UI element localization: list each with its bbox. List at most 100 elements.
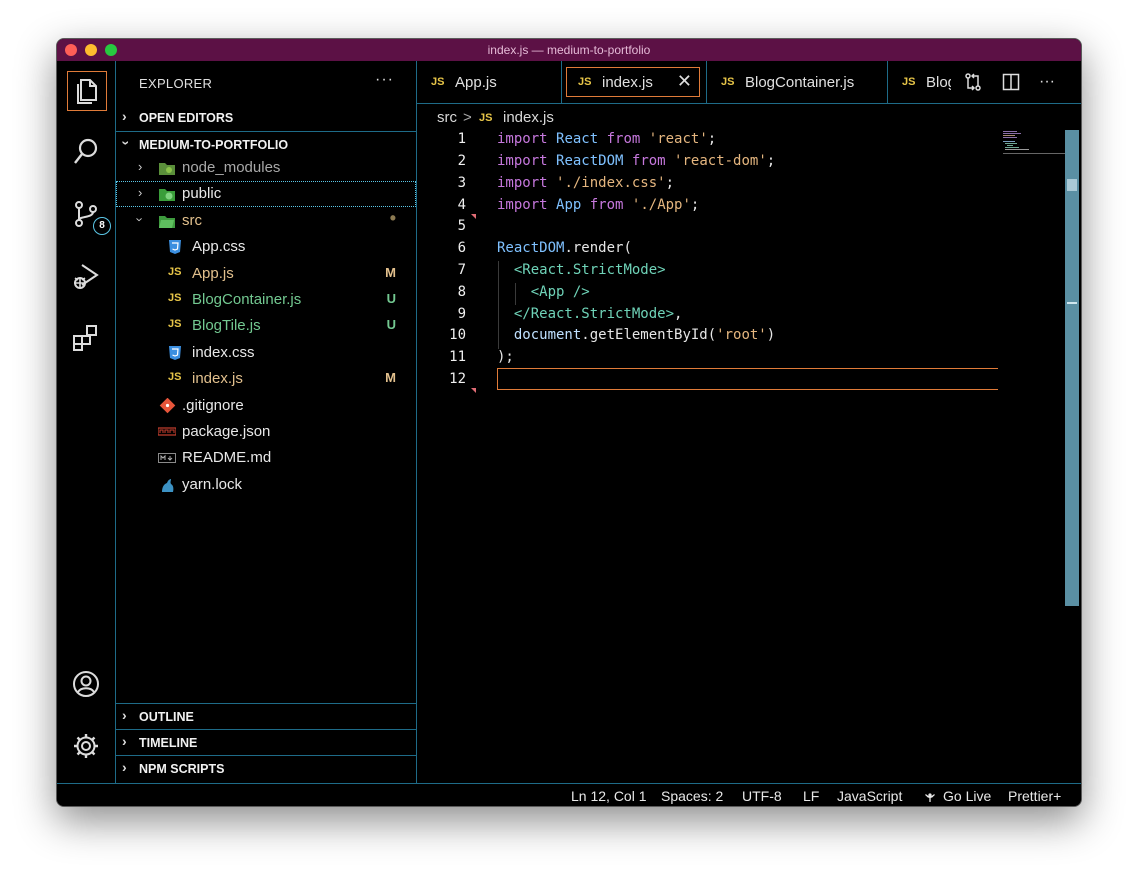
project-label: MEDIUM-TO-PORTFOLIO: [139, 138, 289, 152]
git-file-icon: [159, 398, 176, 414]
scroll-cursor-marker: [1067, 302, 1077, 304]
tree-item-app-css[interactable]: App.css: [116, 234, 416, 260]
settings-activity[interactable]: [67, 727, 105, 765]
code-line: 10 document.getElementById('root'): [417, 327, 1057, 349]
code-text: document.getElementById('root'): [513, 327, 776, 343]
status-go-live[interactable]: Go Live: [943, 788, 991, 804]
vscode-window: index.js — medium-to-portfolio 8 EXPLORE…: [56, 38, 1082, 807]
breadcrumb-folder[interactable]: src: [437, 109, 457, 126]
line-number: 3: [457, 175, 466, 191]
tree-item-gitignore[interactable]: .gitignore: [116, 393, 416, 419]
tree-item-label: index.js: [192, 370, 243, 387]
js-file-icon: JS: [479, 112, 493, 124]
tree-item-index-js[interactable]: JS index.js M: [116, 366, 416, 392]
chevron-right-icon: ›: [122, 733, 127, 749]
js-file-icon: JS: [168, 318, 182, 330]
tree-item-blogtile-js[interactable]: JS BlogTile.js U: [116, 313, 416, 339]
more-actions-icon[interactable]: ···: [375, 71, 394, 89]
tree-item-package-json[interactable]: package.json: [116, 419, 416, 445]
code-line: 5: [417, 218, 1057, 240]
code-line: 6 ReactDOM.render(: [417, 240, 1057, 262]
tree-item-readme-md[interactable]: README.md: [116, 445, 416, 471]
scm-count-badge: 8: [93, 217, 111, 235]
npm-scripts-section[interactable]: › NPM SCRIPTS: [116, 755, 416, 782]
chevron-down-icon: ›: [118, 140, 135, 146]
timeline-label: TIMELINE: [139, 736, 198, 750]
tab-label: Blog: [926, 74, 952, 91]
compare-changes-icon: [965, 73, 981, 91]
chevron-right-icon: ›: [122, 759, 127, 775]
code-text: <App />: [530, 284, 590, 300]
code-editor[interactable]: 1 import React from 'react'; 2 import Re…: [417, 130, 1081, 783]
chevron-right-icon: ›: [138, 159, 143, 174]
tree-item-index-css[interactable]: index.css: [116, 340, 416, 366]
tree-item-yarn-lock[interactable]: yarn.lock: [116, 472, 416, 498]
code-line: 2 import ReactDOM from 'react-dom';: [417, 153, 1057, 175]
js-file-icon: JS: [168, 266, 182, 278]
tab-label: App.js: [455, 74, 497, 91]
js-file-icon: JS: [431, 76, 445, 88]
code-text: );: [497, 349, 514, 365]
code-line: 3 import './index.css';: [417, 175, 1057, 197]
tree-item-public[interactable]: › public: [116, 181, 416, 207]
code-line: 9 </React.StrictMode>,: [417, 306, 1057, 328]
outline-label: OUTLINE: [139, 710, 194, 724]
line-number: 4: [457, 197, 466, 213]
chevron-right-icon: ›: [138, 185, 143, 200]
run-debug-icon: [74, 264, 99, 289]
code-text: import React from 'react';: [497, 131, 717, 147]
tree-item-label: node_modules: [182, 159, 281, 176]
split-editor-button[interactable]: [999, 71, 1023, 93]
line-number: 8: [457, 284, 466, 300]
open-editors-label: OPEN EDITORS: [139, 111, 234, 125]
timeline-section[interactable]: › TIMELINE: [116, 729, 416, 756]
line-number: 6: [457, 240, 466, 256]
accounts-activity[interactable]: [67, 665, 105, 703]
source-control-activity[interactable]: 8: [67, 195, 111, 235]
explorer-activity[interactable]: [67, 71, 107, 111]
status-language[interactable]: JavaScript: [837, 788, 902, 804]
tree-item-label: yarn.lock: [182, 476, 243, 493]
git-deletion-marker: [471, 388, 476, 393]
tab-app-js[interactable]: JS App.js: [417, 61, 561, 103]
outline-section[interactable]: › OUTLINE: [116, 703, 416, 730]
git-status-modified: M: [385, 265, 396, 280]
code-text: </React.StrictMode>,: [513, 306, 683, 322]
breadcrumb-file[interactable]: index.js: [503, 109, 554, 126]
chevron-down-icon: ›: [132, 217, 148, 222]
css-file-icon: [169, 346, 181, 360]
vertical-scrollbar[interactable]: [1065, 130, 1079, 606]
tree-item-label: package.json: [182, 423, 271, 440]
tab-blogtile-js[interactable]: JS Blog: [888, 61, 952, 103]
tree-item-src[interactable]: › src •: [116, 208, 416, 234]
files-icon: [77, 79, 97, 104]
tab-index-js[interactable]: JS index.js ✕: [562, 61, 706, 103]
minimap[interactable]: [1001, 130, 1065, 154]
status-prettier[interactable]: Prettier+: [1008, 788, 1061, 804]
more-actions-icon[interactable]: ···: [1035, 71, 1059, 93]
extensions-activity[interactable]: [67, 319, 105, 357]
tree-item-blogcontainer-js[interactable]: JS BlogContainer.js U: [116, 287, 416, 313]
title-bar: index.js — medium-to-portfolio: [57, 39, 1081, 62]
open-editors-section[interactable]: › OPEN EDITORS: [116, 105, 416, 131]
project-section[interactable]: › MEDIUM-TO-PORTFOLIO: [116, 131, 416, 158]
status-eol[interactable]: LF: [803, 788, 819, 804]
close-tab-icon[interactable]: ✕: [677, 71, 692, 92]
tree-item-node-modules[interactable]: › node_modules: [116, 155, 416, 181]
chevron-right-icon: ›: [122, 707, 127, 723]
line-number: 2: [457, 153, 466, 169]
code-line: 8 <App />: [417, 284, 1057, 306]
search-activity[interactable]: [67, 133, 105, 171]
code-text: ReactDOM.render(: [497, 240, 632, 256]
activity-bar: 8: [57, 61, 116, 805]
run-debug-activity[interactable]: [67, 257, 105, 295]
git-status-untracked: U: [386, 317, 396, 332]
tab-blogcontainer-js[interactable]: JS BlogContainer.js: [707, 61, 887, 103]
open-changes-button[interactable]: [961, 71, 985, 93]
status-encoding[interactable]: UTF-8: [742, 788, 782, 804]
account-icon: [73, 671, 99, 697]
status-indentation[interactable]: Spaces: 2: [661, 788, 723, 804]
status-cursor-position[interactable]: Ln 12, Col 1: [571, 788, 647, 804]
yarn-file-icon: [162, 479, 174, 492]
tree-item-app-js[interactable]: JS App.js M: [116, 261, 416, 287]
